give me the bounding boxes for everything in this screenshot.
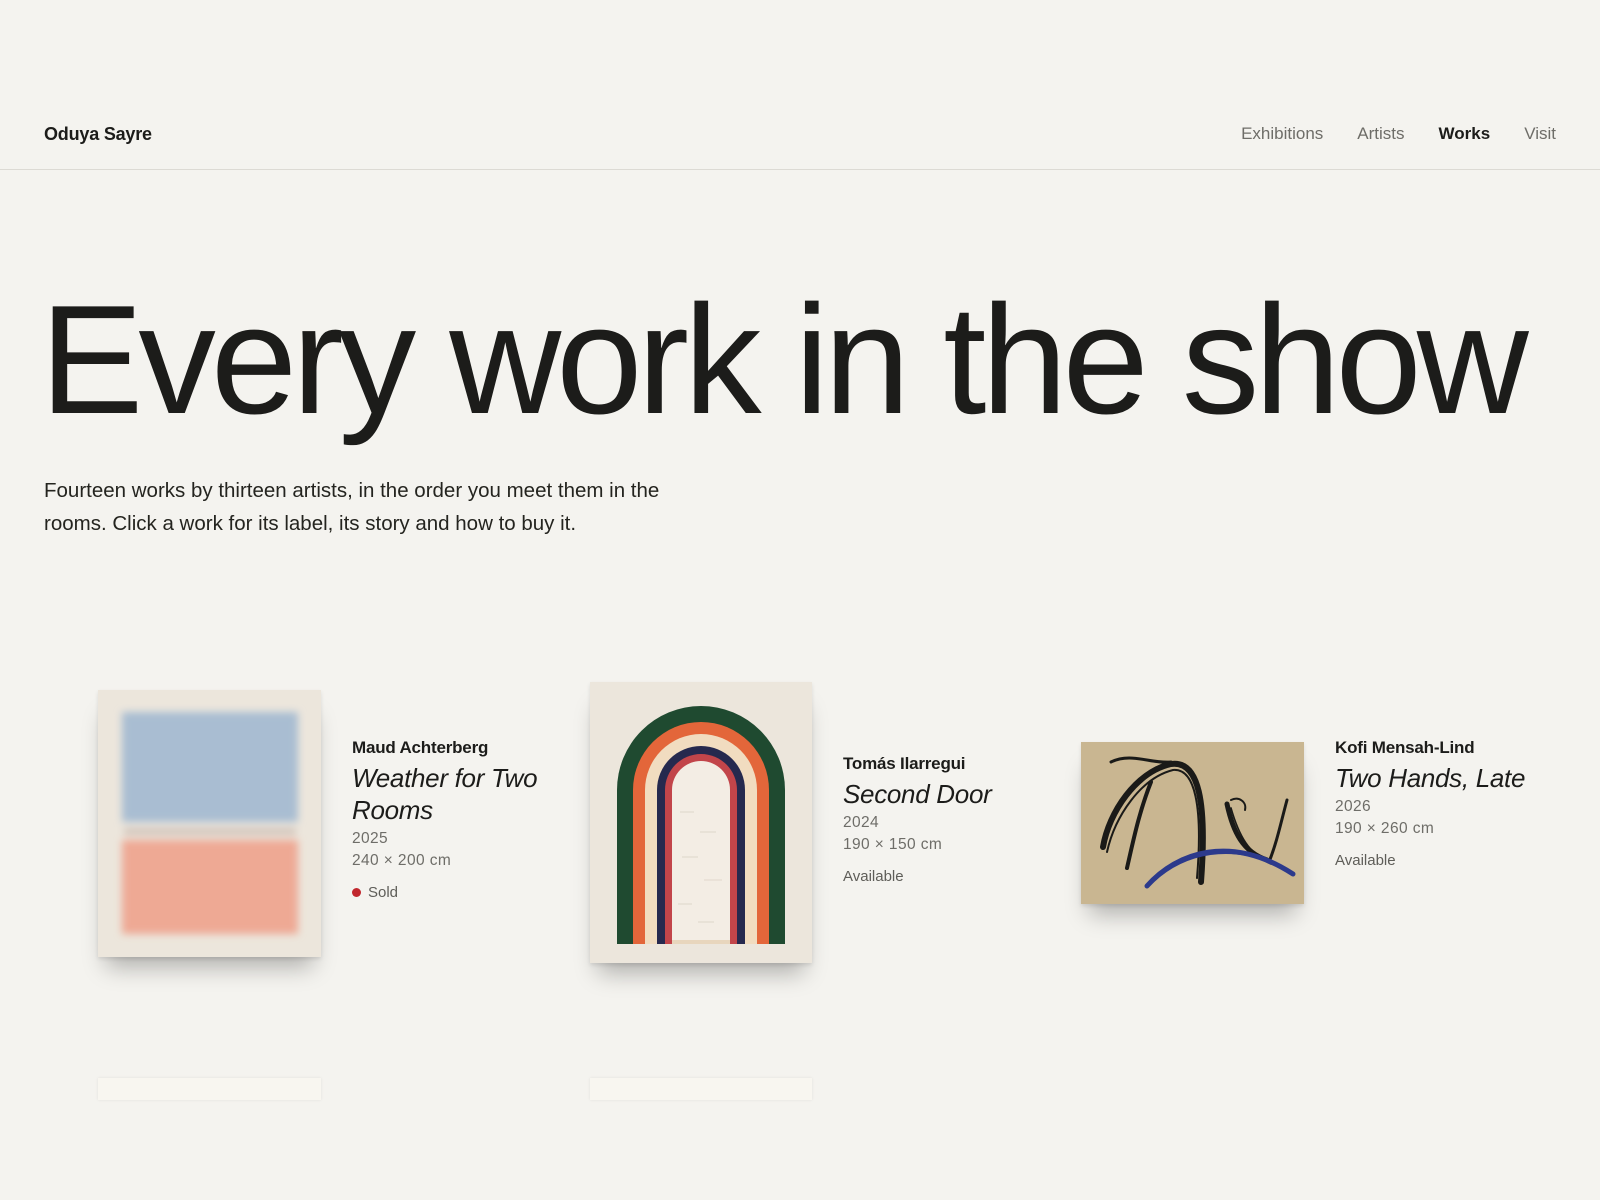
work-label: Kofi Mensah-Lind Two Hands, Late 2026 19… (1335, 738, 1535, 869)
artwork-image-next[interactable] (590, 1078, 812, 1100)
work-year: 2026 (1335, 798, 1372, 815)
artwork-weather-for-two-rooms (98, 690, 321, 957)
page-intro: Fourteen works by thirteen artists, in t… (44, 479, 660, 535)
work-artist: Tomás Ilarregui (843, 754, 966, 773)
work-label: Maud Achterberg Weather for Two Rooms 20… (352, 738, 552, 901)
artwork-image[interactable] (590, 682, 812, 963)
artwork-image-next[interactable] (98, 1078, 321, 1100)
main-nav: Exhibitions Artists Works Visit (1241, 124, 1556, 144)
work-title[interactable]: Weather for Two Rooms (352, 762, 552, 826)
artwork-image[interactable] (1081, 742, 1304, 904)
work-title[interactable]: Second Door (843, 778, 1043, 810)
nav-works[interactable]: Works (1439, 124, 1491, 144)
artwork-second-door (590, 682, 812, 963)
work-dimensions: 240 × 200 cm (352, 852, 452, 869)
artwork-image[interactable] (98, 690, 321, 957)
work-dimensions: 190 × 150 cm (843, 836, 943, 853)
work-artist: Kofi Mensah-Lind (1335, 738, 1475, 757)
work-artist: Maud Achterberg (352, 738, 489, 757)
work-status-label: Available (843, 868, 904, 885)
work-dimensions: 190 × 260 cm (1335, 820, 1435, 837)
nav-artists[interactable]: Artists (1357, 124, 1404, 144)
site-header: Oduya Sayre Exhibitions Artists Works Vi… (0, 0, 1600, 170)
nav-visit[interactable]: Visit (1524, 124, 1556, 144)
work-title[interactable]: Two Hands, Late (1335, 762, 1535, 794)
work-status: Available (1335, 852, 1535, 869)
work-status-label: Sold (368, 884, 399, 901)
work-label: Tomás Ilarregui Second Door 2024 190 × 1… (843, 754, 1043, 885)
work-year: 2025 (352, 830, 389, 847)
nav-exhibitions[interactable]: Exhibitions (1241, 124, 1323, 144)
page: Oduya Sayre Exhibitions Artists Works Vi… (0, 0, 1600, 1200)
artwork-two-hands-late (1081, 742, 1304, 904)
work-year: 2024 (843, 814, 880, 831)
page-title: Every work in the show (40, 273, 1529, 446)
brand-logo[interactable]: Oduya Sayre (44, 124, 152, 145)
work-status: Available (843, 868, 1043, 885)
work-status: Sold (352, 884, 552, 901)
sold-dot-icon (352, 888, 361, 897)
work-status-label: Available (1335, 852, 1396, 869)
